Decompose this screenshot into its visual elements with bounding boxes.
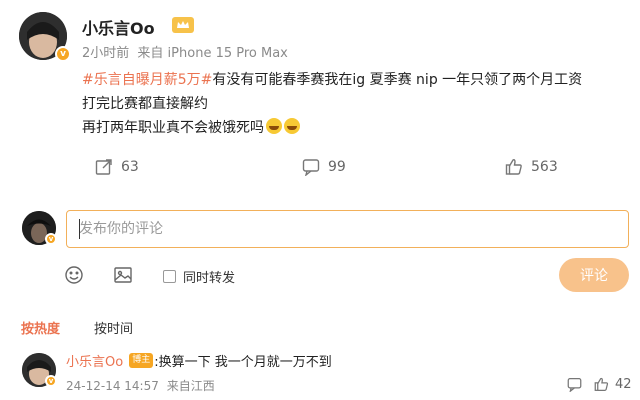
repost-icon xyxy=(95,159,112,175)
checkbox-box[interactable] xyxy=(163,270,176,283)
like-icon xyxy=(505,159,522,175)
like-count: 563 xyxy=(531,159,558,175)
post-line-1-text: 有没有可能春季赛我在ig 夏季赛 nip 一年只领了两个月工资 xyxy=(212,72,583,88)
comment-like-count: 42 xyxy=(615,377,632,392)
commenter-name[interactable]: 小乐言Oo xyxy=(66,351,123,370)
repost-checkbox-label: 同时转发 xyxy=(183,271,236,286)
post-time[interactable]: 2小时前 xyxy=(82,46,129,61)
crown-icon[interactable] xyxy=(172,17,194,33)
like-button[interactable]: 563 xyxy=(505,158,558,176)
reply-button[interactable] xyxy=(567,377,582,392)
repost-checkbox[interactable]: 同时转发 xyxy=(163,267,235,286)
comment-content: 小乐言Oo 博主 :换算一下 我一个月就一万不到 xyxy=(66,351,332,370)
comment-count: 99 xyxy=(328,159,346,175)
like-icon xyxy=(594,377,609,391)
comment-input[interactable] xyxy=(66,210,629,248)
post-meta: 2小时前 来自 iPhone 15 Pro Max xyxy=(82,42,292,61)
post-actions: 63 99 563 xyxy=(0,158,640,180)
text-caret xyxy=(79,219,80,239)
repost-button[interactable]: 63 xyxy=(95,158,139,176)
author-name[interactable]: 小乐言Oo xyxy=(82,15,155,39)
verified-icon: v xyxy=(45,375,57,387)
comment-location: 来自江西 xyxy=(166,379,215,393)
emoji-icon[interactable] xyxy=(64,265,84,285)
comment-text: :换算一下 我一个月就一万不到 xyxy=(154,355,332,370)
post-line-2: 打完比赛都直接解约 xyxy=(82,96,208,112)
comment-date: 24-12-14 14:57 xyxy=(66,379,159,393)
comment-icon xyxy=(302,159,320,176)
comment-like-button[interactable]: 42 xyxy=(594,377,632,392)
image-icon[interactable] xyxy=(113,265,133,285)
post-body: #乐言自曝月薪5万#有没有可能春季赛我在ig 夏季赛 nip 一年只领了两个月工… xyxy=(82,68,634,140)
post-line-3-text: 再打两年职业真不会被饿死吗 xyxy=(82,120,264,136)
repost-count: 63 xyxy=(121,159,139,175)
comment-meta: 24-12-14 14:57 来自江西 xyxy=(66,377,219,394)
laugh-emoji-icon xyxy=(266,118,282,134)
author-badge: 博主 xyxy=(129,353,154,368)
submit-comment-button[interactable]: 评论 xyxy=(559,258,629,292)
post-line-1: #乐言自曝月薪5万#有没有可能春季赛我在ig 夏季赛 nip 一年只领了两个月工… xyxy=(82,68,634,92)
post-line-3: 再打两年职业真不会被饿死吗 xyxy=(82,116,634,140)
post-hashtag[interactable]: #乐言自曝月薪5万# xyxy=(82,72,212,88)
verified-icon: v xyxy=(45,233,57,245)
sort-by-time-tab[interactable]: 按时间 xyxy=(94,318,133,337)
reply-icon xyxy=(567,378,582,392)
sort-by-hot-tab[interactable]: 按热度 xyxy=(21,318,60,337)
post-source: 来自 iPhone 15 Pro Max xyxy=(137,46,288,61)
comment-button[interactable]: 99 xyxy=(302,158,346,176)
verified-icon: v xyxy=(55,46,71,62)
laugh-emoji-icon xyxy=(284,118,300,134)
